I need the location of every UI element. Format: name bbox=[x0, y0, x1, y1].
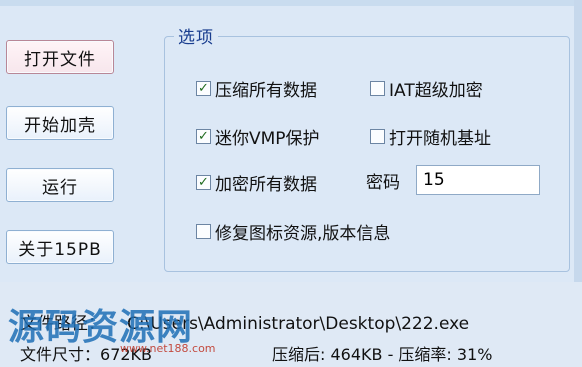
random-base-checkbox[interactable]: 打开随机基址 bbox=[370, 124, 491, 149]
about-button[interactable]: 关于15PB bbox=[6, 230, 114, 264]
password-label: 密码 bbox=[366, 173, 400, 193]
open-file-button[interactable]: 打开文件 bbox=[6, 40, 114, 74]
start-pack-button[interactable]: 开始加壳 bbox=[6, 106, 114, 140]
checkbox-unchecked-icon bbox=[370, 129, 385, 144]
fix-icon-checkbox[interactable]: 修复图标资源,版本信息 bbox=[196, 219, 390, 244]
checkbox-checked-icon: ✓ bbox=[196, 175, 211, 190]
compress-all-label: 压缩所有数据 bbox=[215, 81, 317, 101]
mini-vmp-label: 迷你VMP保护 bbox=[215, 129, 320, 149]
fix-icon-label: 修复图标资源,版本信息 bbox=[215, 224, 391, 244]
title-strip bbox=[0, 0, 582, 6]
checkbox-checked-icon: ✓ bbox=[196, 81, 211, 96]
watermark-url: www.net188.com bbox=[120, 342, 216, 355]
iat-encrypt-label: IAT超级加密 bbox=[389, 81, 483, 101]
random-base-label: 打开随机基址 bbox=[389, 129, 491, 149]
encrypt-all-label: 加密所有数据 bbox=[215, 175, 317, 195]
options-title: 选项 bbox=[174, 23, 218, 48]
mini-vmp-checkbox[interactable]: ✓ 迷你VMP保护 bbox=[196, 124, 320, 149]
compression-result: 压缩后: 464KB - 压缩率: 31% bbox=[272, 345, 493, 364]
checkbox-checked-icon: ✓ bbox=[196, 129, 211, 144]
encrypt-all-checkbox[interactable]: ✓ 加密所有数据 bbox=[196, 170, 317, 195]
checkbox-unchecked-icon bbox=[370, 81, 385, 96]
compress-all-checkbox[interactable]: ✓ 压缩所有数据 bbox=[196, 76, 317, 101]
checkbox-unchecked-icon bbox=[196, 224, 211, 239]
iat-encrypt-checkbox[interactable]: IAT超级加密 bbox=[370, 76, 483, 101]
run-button[interactable]: 运行 bbox=[6, 168, 114, 202]
password-input[interactable] bbox=[416, 165, 540, 195]
